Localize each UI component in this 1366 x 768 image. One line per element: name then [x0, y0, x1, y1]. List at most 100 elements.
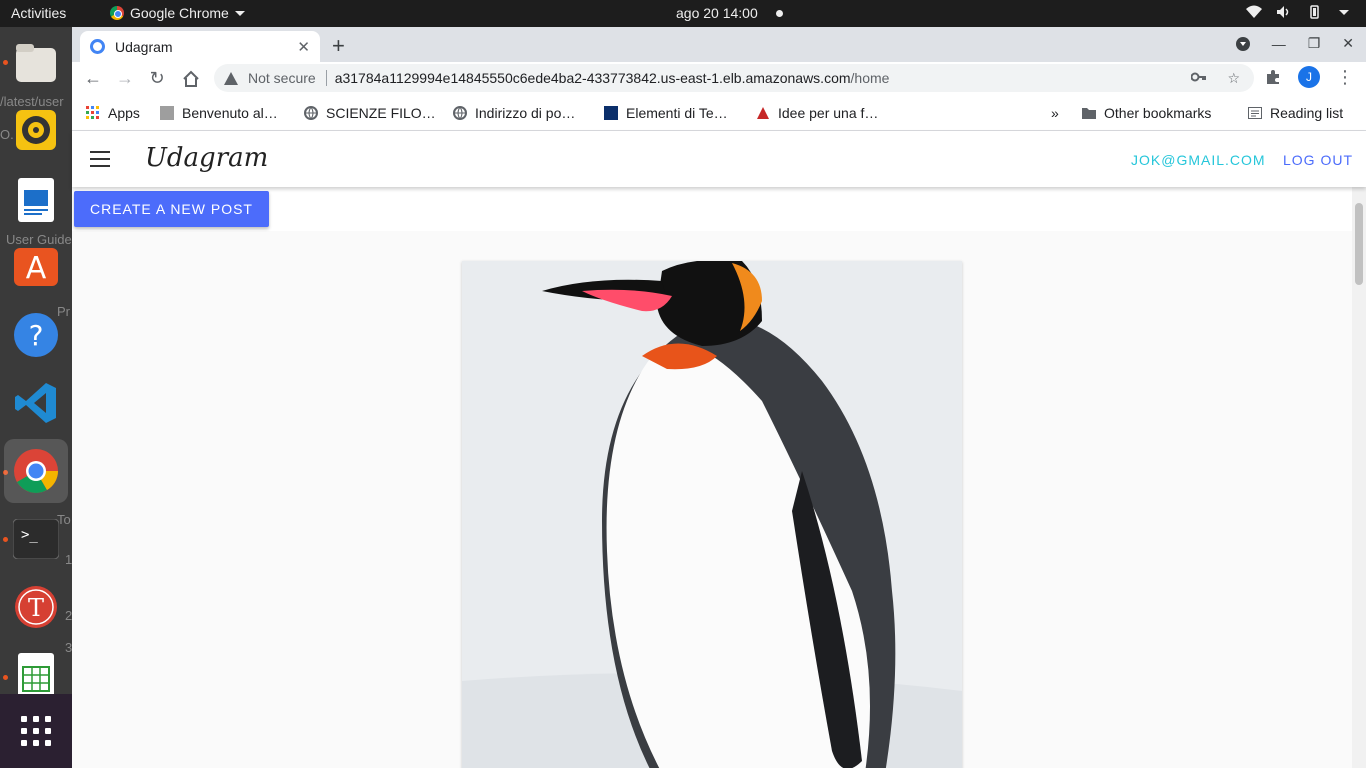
- other-bookmarks-label: Other bookmarks: [1104, 105, 1212, 121]
- other-bookmarks[interactable]: Other bookmarks: [1082, 105, 1211, 121]
- chevron-down-icon: [234, 10, 245, 16]
- home-icon[interactable]: [180, 70, 202, 88]
- post-image-penguin: [462, 261, 962, 768]
- apps-grid-icon: [86, 106, 99, 119]
- files-app-icon[interactable]: [12, 39, 60, 87]
- rhythmbox-icon[interactable]: [12, 106, 60, 154]
- chrome-icon: [110, 6, 124, 20]
- ubuntu-software-icon[interactable]: A: [12, 243, 60, 291]
- app-menu[interactable]: Google Chrome: [110, 5, 245, 21]
- running-indicator: [3, 60, 8, 65]
- main-content: CREATE A NEW POST: [72, 187, 1352, 768]
- create-post-button[interactable]: CREATE A NEW POST: [74, 191, 269, 227]
- apps-grid-icon: [21, 716, 51, 746]
- bookmark-label: Elementi di Te…: [626, 105, 728, 121]
- reading-list[interactable]: Reading list: [1248, 105, 1343, 121]
- bookmark-label: Idee per una f…: [778, 105, 879, 121]
- terminal-icon[interactable]: >_: [12, 515, 60, 563]
- bookmark-label: Benvenuto al…: [182, 105, 278, 121]
- reading-list-icon: [1248, 107, 1262, 119]
- bookmarks-overflow-button[interactable]: »: [1051, 105, 1059, 121]
- power-menu-chevron-icon: [1339, 10, 1349, 15]
- scrollbar-thumb[interactable]: [1355, 203, 1363, 285]
- not-secure-label: Not secure: [248, 70, 316, 86]
- bookmark-label: SCIENZE FILO…: [326, 105, 436, 121]
- tab-favicon-icon: [90, 39, 105, 54]
- url-host: a31784a1129994e14845550c6ede4ba2-4337738…: [334, 70, 851, 86]
- window-controls: — ❐ ✕: [1235, 35, 1354, 52]
- menu-icon[interactable]: [90, 151, 110, 172]
- new-tab-button[interactable]: +: [332, 33, 345, 59]
- libreoffice-writer-icon[interactable]: [12, 176, 60, 224]
- brand-logo[interactable]: Udagram: [145, 143, 268, 173]
- reading-list-label: Reading list: [1270, 105, 1344, 121]
- activities-button[interactable]: Activities: [11, 5, 66, 21]
- svg-text:>_: >_: [21, 527, 38, 543]
- tab-udagram[interactable]: Udagram ✕: [80, 31, 320, 62]
- minimize-icon[interactable]: —: [1272, 36, 1286, 52]
- bookmark-item[interactable]: Idee per una f…: [756, 105, 878, 121]
- globe-icon: [453, 106, 467, 120]
- bookmark-label: Apps: [108, 105, 140, 121]
- bookmark-item[interactable]: Benvenuto al…: [160, 105, 278, 121]
- tab-strip: Udagram ✕ + — ❐ ✕: [72, 27, 1366, 62]
- warning-icon: [224, 71, 238, 85]
- dock: /latest/user O. User Guide Pr To 1 2 3 A…: [0, 27, 72, 768]
- site-favicon-icon: [757, 107, 769, 119]
- running-indicator: [3, 537, 8, 542]
- running-indicator: [3, 675, 8, 680]
- forward-icon[interactable]: →: [114, 68, 136, 89]
- tab-search-icon[interactable]: [1235, 36, 1250, 51]
- svg-text:A: A: [26, 251, 47, 286]
- typora-icon[interactable]: T: [12, 583, 60, 631]
- bookmark-star-icon[interactable]: ☆: [1227, 70, 1240, 87]
- key-icon[interactable]: [1191, 70, 1207, 84]
- site-favicon-icon: [160, 106, 174, 120]
- notification-dot-icon: [776, 10, 783, 17]
- system-tray[interactable]: [1246, 5, 1352, 19]
- create-post-bar: CREATE A NEW POST: [72, 187, 1352, 231]
- bookmark-item[interactable]: Indirizzo di po…: [453, 105, 575, 121]
- chrome-window: Udagram ✕ + — ❐ ✕ ← → ↻ Not secure a3178…: [72, 27, 1366, 768]
- profile-avatar[interactable]: J: [1298, 66, 1320, 88]
- restore-icon[interactable]: ❐: [1308, 35, 1321, 52]
- post-card[interactable]: [462, 261, 962, 768]
- close-tab-icon[interactable]: ✕: [297, 38, 310, 56]
- volume-icon: [1277, 6, 1289, 18]
- page-scrollbar[interactable]: [1352, 187, 1366, 768]
- divider: [325, 70, 327, 86]
- site-favicon-icon: [604, 106, 618, 120]
- battery-icon: [1310, 5, 1319, 19]
- globe-icon: [304, 106, 318, 120]
- bookmark-apps[interactable]: Apps: [86, 105, 140, 121]
- bookmark-label: Indirizzo di po…: [475, 105, 576, 121]
- url-path: /home: [850, 70, 890, 86]
- bookmarks-bar: Apps Benvenuto al… SCIENZE FILO… Indiriz…: [72, 95, 1366, 131]
- web-page: Udagram JOK@GMAIL.COM LOG OUT CREATE A N…: [72, 131, 1366, 768]
- libreoffice-calc-icon[interactable]: [12, 651, 60, 699]
- logout-button[interactable]: LOG OUT: [1283, 152, 1353, 168]
- vscode-icon[interactable]: [12, 379, 60, 427]
- address-bar[interactable]: Not secure a31784a1129994e14845550c6ede4…: [214, 64, 1254, 92]
- extensions-area: J ⋮: [1264, 66, 1354, 88]
- bookmark-item[interactable]: Elementi di Te…: [604, 105, 728, 121]
- wifi-icon: [1246, 5, 1262, 18]
- bookmark-item[interactable]: SCIENZE FILO…: [304, 105, 436, 121]
- tab-title: Udagram: [115, 38, 173, 55]
- app-menu-label: Google Chrome: [130, 5, 229, 21]
- reload-icon[interactable]: ↻: [146, 68, 168, 89]
- extensions-puzzle-icon[interactable]: [1264, 68, 1282, 86]
- folder-icon: [1082, 108, 1096, 119]
- clock[interactable]: ago 20 14:00: [676, 5, 758, 21]
- user-email[interactable]: JOK@GMAIL.COM: [1131, 152, 1266, 168]
- svg-text:?: ?: [29, 319, 44, 352]
- browser-toolbar: ← → ↻ Not secure a31784a1129994e14845550…: [72, 62, 1366, 95]
- app-header: Udagram JOK@GMAIL.COM LOG OUT: [72, 131, 1366, 187]
- show-applications-button[interactable]: [0, 694, 72, 768]
- kebab-menu-icon[interactable]: ⋮: [1336, 67, 1354, 88]
- back-icon[interactable]: ←: [82, 68, 104, 89]
- svg-text:T: T: [28, 594, 44, 622]
- close-window-icon[interactable]: ✕: [1342, 35, 1354, 52]
- help-icon[interactable]: ?: [12, 311, 60, 359]
- chrome-dock-icon[interactable]: [4, 439, 68, 503]
